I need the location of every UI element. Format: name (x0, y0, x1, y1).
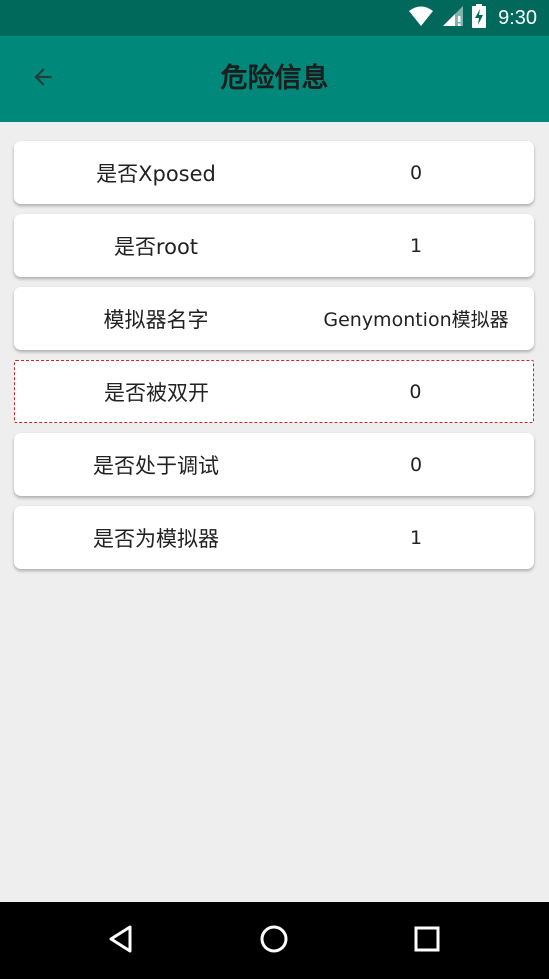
item-value: 1 (409, 526, 423, 549)
arrow-back-icon (30, 64, 56, 94)
status-icons: 9:30 (408, 0, 537, 36)
page-title: 危险信息 (220, 63, 329, 94)
signal-icon (442, 5, 464, 31)
recents-square-icon (412, 924, 442, 958)
list-item[interactable]: 模拟器名字 Genymontion模拟器 (14, 287, 534, 350)
item-value: 0 (409, 453, 423, 476)
list-item[interactable]: 是否为模拟器 1 (14, 506, 534, 569)
back-button[interactable] (22, 58, 64, 100)
status-bar: 9:30 (0, 0, 549, 36)
home-circle-icon (259, 924, 289, 958)
item-label: 模拟器名字 (103, 307, 209, 332)
item-label: 是否为模拟器 (93, 526, 219, 551)
app-bar: 危险信息 (0, 36, 549, 122)
nav-back-button[interactable] (100, 920, 142, 962)
nav-recents-button[interactable] (406, 920, 448, 962)
status-time: 9:30 (498, 6, 537, 29)
list-item[interactable]: 是否root 1 (14, 214, 534, 277)
list-item[interactable]: 是否被双开 0 (14, 360, 534, 423)
item-label: 是否被双开 (103, 380, 209, 405)
item-value: 0 (409, 161, 423, 184)
item-value: Genymontion模拟器 (323, 309, 509, 331)
nav-home-button[interactable] (253, 920, 295, 962)
item-value: 0 (409, 380, 422, 403)
item-value: 1 (409, 234, 423, 257)
battery-charging-icon (472, 4, 487, 32)
list-item[interactable]: 是否处于调试 0 (14, 433, 534, 496)
list-item[interactable]: 是否Xposed 0 (14, 141, 534, 204)
info-list: 是否Xposed 0 是否root 1 模拟器名字 Genymontion模拟器… (14, 141, 534, 579)
navigation-bar (0, 902, 549, 979)
wifi-icon (408, 5, 434, 31)
item-label: 是否Xposed (96, 161, 216, 186)
back-triangle-icon (106, 924, 136, 958)
item-label: 是否root (113, 234, 199, 259)
item-label: 是否处于调试 (93, 453, 219, 478)
